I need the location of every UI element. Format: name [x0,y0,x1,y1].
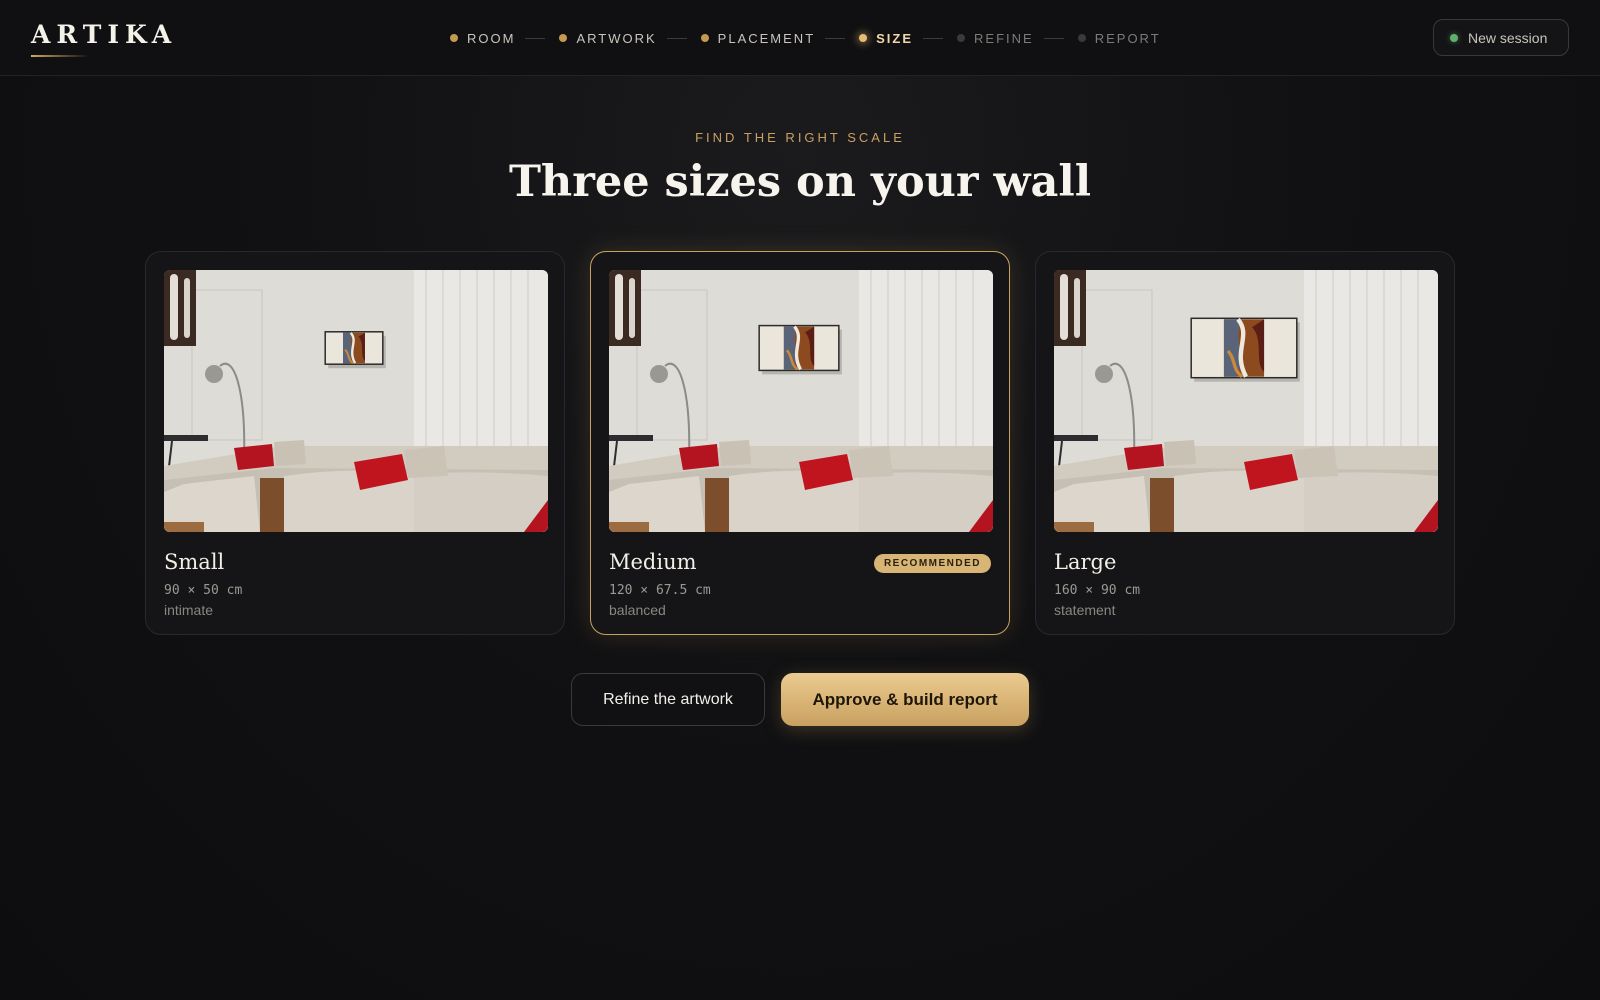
lamp-shade [1095,365,1113,383]
red-pillow [679,444,719,470]
recommended-badge: RECOMMENDED [873,554,991,573]
step-refine[interactable]: REFINE [957,31,1034,46]
sofa-cushion [414,472,548,532]
progress-steps: ROOM ARTWORK PLACEMENT SIZE REFINE REPOR… [450,28,1161,48]
sculpture-gap [1074,278,1080,338]
step-separator [923,37,944,39]
step-separator [525,37,546,39]
step-dot-icon [1077,34,1086,42]
step-label: REFINE [974,30,1034,46]
size-card-large[interactable]: Large 160 × 90 cm statement [1035,251,1455,635]
room-scene-svg [164,270,548,532]
sofa-cushion [859,472,993,532]
sculpture-gap [629,278,635,338]
refine-artwork-button[interactable]: Refine the artwork [571,673,765,726]
room-scene-svg [1054,270,1438,532]
size-descriptor: intimate [164,602,214,618]
size-card-medium[interactable]: Medium RECOMMENDED 120 × 67.5 cm balance… [590,251,1010,635]
sculpture [609,270,641,346]
grey-pillow [849,446,893,478]
new-session-label: New session [1468,29,1548,46]
step-dot-icon [957,34,966,42]
grey-pillow [404,446,448,478]
artwork [324,331,384,365]
new-session-button[interactable]: New session [1433,19,1569,56]
wood-floor [164,522,204,532]
step-room[interactable]: ROOM [450,31,515,46]
approve-build-report-button[interactable]: Approve & build report [781,673,1029,726]
top-bar: ARTIKA ROOM ARTWORK PLACEMENT SIZE REFIN… [0,0,1600,76]
step-dot-icon [859,34,868,42]
logo-underline [31,55,89,57]
size-dimensions: 90 × 50 cm [164,583,243,598]
lamp-shade [205,365,223,383]
size-descriptor: statement [1054,602,1116,618]
step-label: ROOM [467,30,516,46]
sculpture [1054,270,1086,346]
artwork [758,324,840,372]
step-dot-icon [450,34,458,42]
sculpture-gap [615,274,623,340]
red-pillow [1124,444,1164,470]
grey-pillow [719,440,751,466]
wood-floor [609,522,649,532]
wood-floor [1054,522,1094,532]
grey-pillow [274,440,306,466]
size-name: Large [1054,550,1117,574]
step-label: REPORT [1094,30,1161,46]
side-table [609,435,653,441]
app-logo[interactable]: ARTIKA [31,20,177,49]
sculpture [164,270,196,346]
room-scene-svg [609,270,993,532]
sculpture-gap [184,278,190,338]
side-table [164,435,208,441]
size-dimensions: 160 × 90 cm [1054,583,1141,598]
side-table [1054,435,1098,441]
step-separator [825,37,846,39]
room-preview-image [609,270,993,532]
step-label: SIZE [876,30,914,46]
step-separator [1043,37,1064,39]
size-name: Medium [609,550,697,574]
size-descriptor: balanced [609,602,666,618]
lamp-shade [650,365,668,383]
step-dot-icon [559,34,568,42]
step-dot-icon [700,34,709,42]
size-card-small[interactable]: Small 90 × 50 cm intimate [145,251,565,635]
step-placement[interactable]: PLACEMENT [700,30,816,46]
room-preview-image [1054,270,1438,532]
step-size[interactable]: SIZE [859,31,913,46]
size-name: Small [164,550,225,574]
step-separator [666,37,687,39]
size-dimensions: 120 × 67.5 cm [609,583,711,598]
sculpture-gap [1060,274,1068,340]
step-report[interactable]: REPORT [1077,30,1161,46]
sculpture-gap [170,274,178,340]
red-pillow [234,444,274,470]
status-dot-icon [1450,33,1458,42]
grey-pillow [1294,446,1338,478]
step-label: PLACEMENT [717,30,816,46]
section-eyebrow: FIND THE RIGHT SCALE [695,130,905,145]
room-preview-image [164,270,548,532]
sofa-cushion [1304,472,1438,532]
grey-pillow [1164,440,1196,466]
artwork [1190,317,1298,379]
step-label: ARTWORK [576,30,657,46]
page-title: Three sizes on your wall [508,157,1092,207]
step-artwork[interactable]: ARTWORK [559,31,656,46]
